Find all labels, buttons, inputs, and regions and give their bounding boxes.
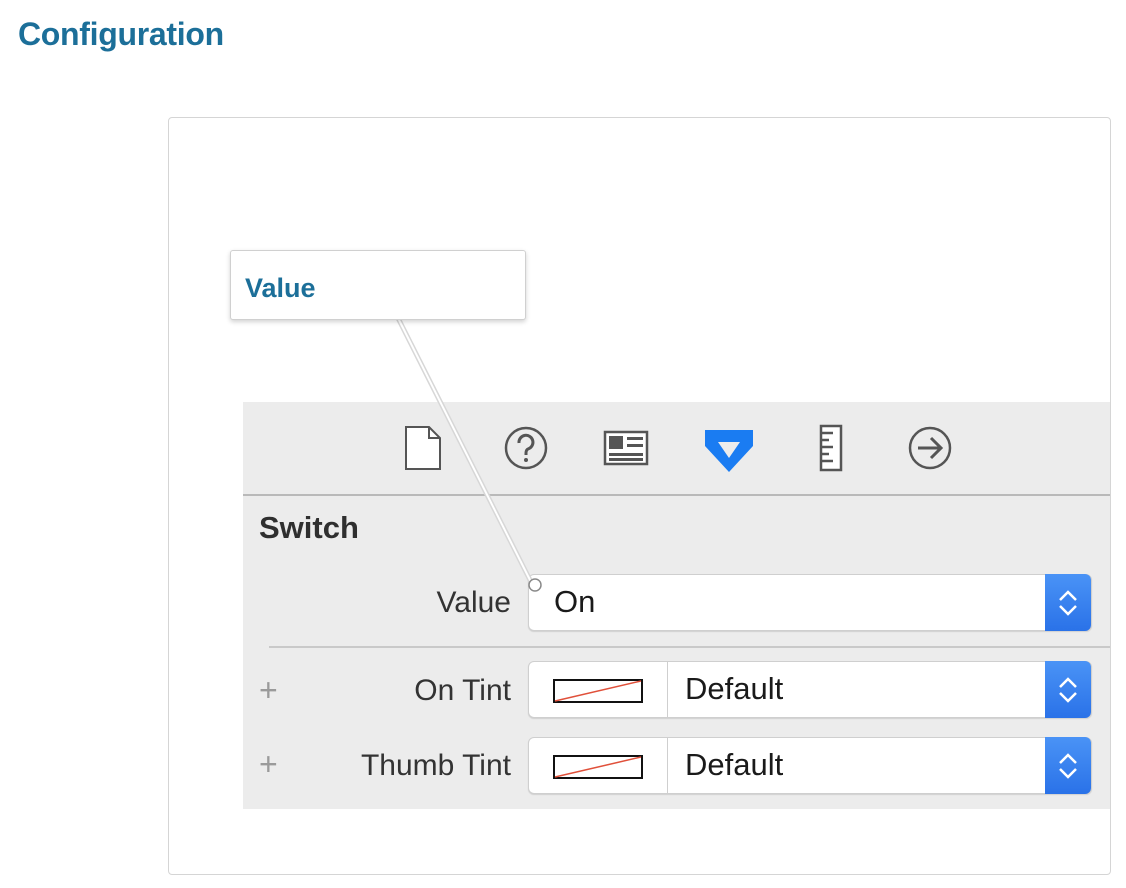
size-icon[interactable] [817,424,847,472]
callout-label: Value [245,273,316,303]
row-separator [269,646,1110,648]
thumb-tint-selected-text: Default [685,747,784,782]
thumb-tint-label: Thumb Tint [360,749,511,782]
page-heading: Configuration [18,16,224,52]
help-icon[interactable] [503,424,548,472]
connections-icon[interactable] [907,424,953,472]
value-popup-button[interactable]: On [528,574,1092,631]
no-color-swatch-icon [553,679,643,703]
on-tint-stepper[interactable] [1045,661,1091,718]
on-tint-label: On Tint [414,674,511,707]
thumb-tint-add-icon[interactable]: + [259,748,278,780]
attributes-inspector: Switch Value On + On Tint Default + Thum… [243,402,1110,809]
on-tint-color-well[interactable] [529,662,668,717]
thumb-tint-color-well[interactable] [529,738,668,793]
thumb-tint-stepper[interactable] [1045,737,1091,794]
attributes-icon[interactable] [703,424,753,472]
identity-icon[interactable] [603,424,649,472]
no-color-swatch-icon [553,755,643,779]
value-selected-text: On [554,584,596,619]
thumb-tint-popup-button[interactable]: Default [528,737,1092,794]
section-title: Switch [259,510,359,545]
chevron-updown-icon [1059,752,1077,779]
on-tint-popup-button[interactable]: Default [528,661,1092,718]
chevron-updown-icon [1059,676,1077,703]
chevron-updown-icon [1059,589,1077,616]
callout-box: Value [230,250,526,320]
inspector-toolbar [243,402,1110,496]
on-tint-add-icon[interactable]: + [259,674,278,706]
on-tint-selected-text: Default [685,671,784,706]
screenshot-figure: Switch Value On + On Tint Default + Thum… [168,117,1111,875]
file-icon[interactable] [403,424,443,472]
value-stepper[interactable] [1045,574,1091,631]
value-label: Value [436,586,511,619]
